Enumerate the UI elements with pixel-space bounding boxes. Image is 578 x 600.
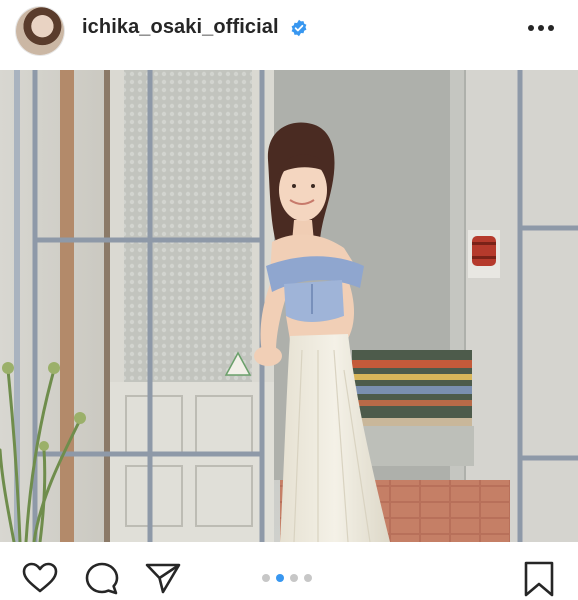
bookmark-icon[interactable] [522,560,556,598]
more-options-icon[interactable] [526,20,556,36]
carousel-indicator [262,574,312,584]
carousel-dot [276,574,284,582]
carousel-dot [290,574,298,582]
heart-icon[interactable] [22,562,58,594]
carousel-dot [262,574,270,582]
comment-icon[interactable] [84,561,120,595]
profile-avatar[interactable] [16,7,64,55]
paper-plane-icon[interactable] [144,561,182,595]
photo-illustration [0,70,578,542]
verified-badge-icon [291,19,307,37]
post-header: ichika_osaki_official [0,0,578,66]
post-photo[interactable] [0,70,578,542]
username[interactable]: ichika_osaki_official [82,16,279,39]
carousel-dot [304,574,312,582]
